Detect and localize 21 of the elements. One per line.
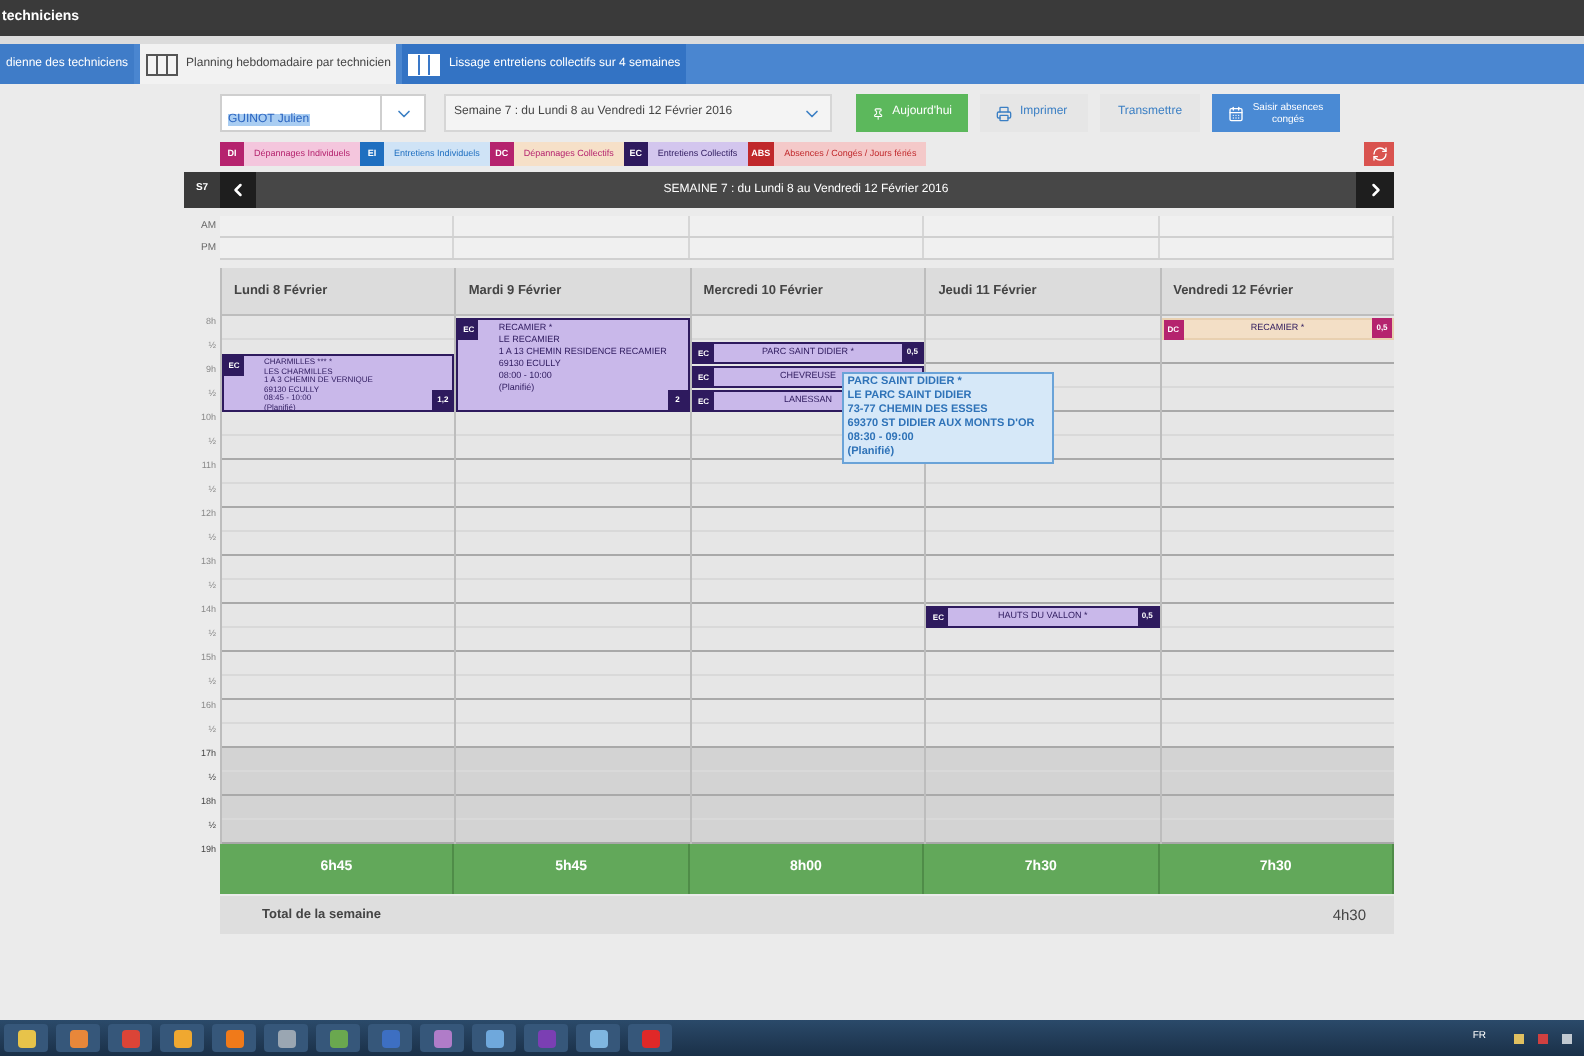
refresh-button[interactable]: [1364, 142, 1394, 166]
columns-icon: [408, 53, 441, 75]
next-week-button[interactable]: [1356, 172, 1394, 208]
taskbar-app-icon[interactable]: [212, 1024, 256, 1052]
taskbar-app-icon[interactable]: [576, 1024, 620, 1052]
tray-icon[interactable]: [1562, 1033, 1572, 1043]
pin-icon: [872, 105, 885, 121]
taskbar-app-icon[interactable]: [56, 1024, 100, 1052]
taskbar-app-icon[interactable]: [264, 1024, 308, 1052]
refresh-icon: [1371, 146, 1387, 162]
tray-icon[interactable]: [1514, 1033, 1524, 1043]
columns-icon: [146, 53, 179, 75]
chevron-left-icon: [228, 180, 248, 200]
printer-icon: [996, 105, 1012, 121]
calendar-icon: [1228, 105, 1244, 121]
taskbar-app-icon[interactable]: [472, 1024, 516, 1052]
taskbar-app-icon[interactable]: [160, 1024, 204, 1052]
previous-week-button[interactable]: [220, 172, 256, 208]
taskbar-app-icon[interactable]: [316, 1024, 360, 1052]
taskbar-app-icon[interactable]: [420, 1024, 464, 1052]
taskbar-app-icon[interactable]: [4, 1024, 48, 1052]
